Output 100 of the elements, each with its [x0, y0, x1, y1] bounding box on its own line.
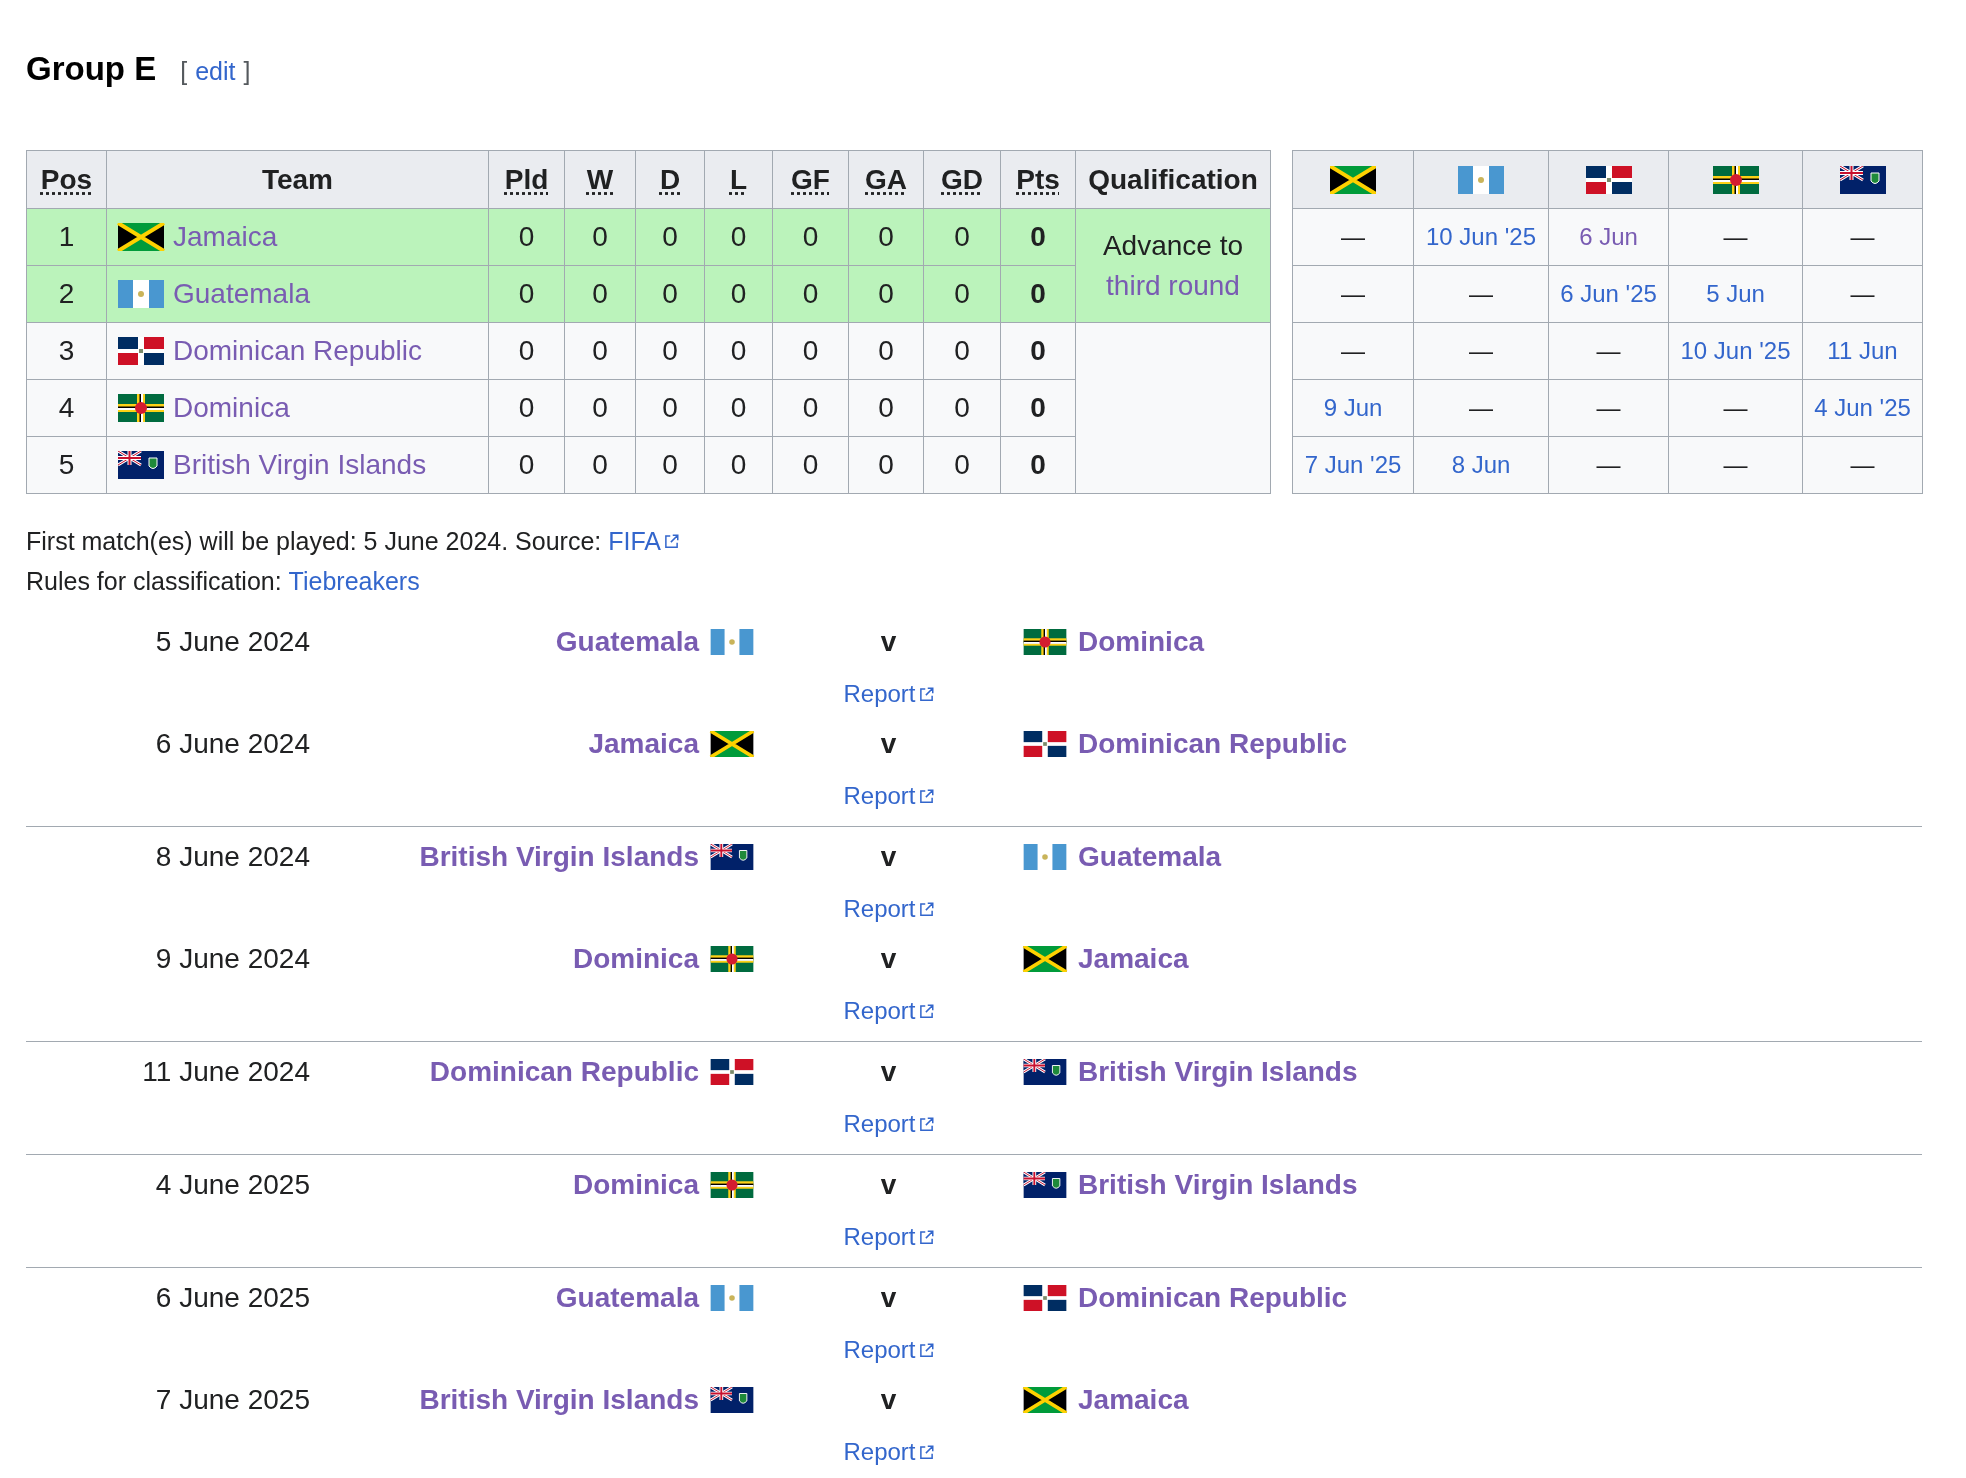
flag-icon [117, 451, 165, 479]
result-link[interactable]: 6 Jun [1579, 223, 1638, 250]
source-link[interactable]: Tiebreakers [288, 561, 420, 601]
team-link[interactable]: British Virgin Islands [419, 1384, 699, 1416]
external-link-icon [918, 1444, 934, 1460]
report-link[interactable]: Report [843, 1106, 934, 1142]
column-header: GA [848, 150, 924, 209]
flag-icon [117, 280, 165, 308]
bracket: ] [243, 57, 251, 86]
table-cell: 0 [1000, 265, 1076, 323]
team-link[interactable]: British Virgin Islands [173, 449, 427, 481]
match-score: v [879, 943, 898, 975]
flag-icon [709, 1172, 755, 1198]
result-link[interactable]: 7 Jun '25 [1304, 451, 1402, 478]
match-date: 6 June 2025 [154, 1282, 310, 1314]
source-link[interactable]: FIFA [608, 521, 679, 561]
flag-icon [709, 844, 755, 870]
table-cell: 0 [1000, 208, 1076, 266]
team-link[interactable]: Guatemala [555, 626, 699, 658]
flag-icon [1022, 629, 1068, 655]
flag-icon [709, 946, 755, 972]
table-cell: 0 [704, 379, 773, 437]
table-cell: 0 [772, 265, 849, 323]
report-link[interactable]: Report [843, 1219, 934, 1255]
report-link[interactable]: Report [843, 993, 934, 1029]
table-cell: 0 [488, 265, 565, 323]
flag-icon [1022, 1059, 1068, 1085]
flag-icon [1712, 165, 1759, 194]
report-link[interactable]: Report [843, 778, 934, 814]
table-cell: 1 [26, 208, 107, 266]
qualification-link[interactable]: third round [1106, 265, 1240, 306]
table-cell: — [1292, 265, 1414, 323]
flag-icon [1585, 165, 1632, 194]
table-cell: — [1668, 208, 1803, 266]
team-link[interactable]: Guatemala [173, 278, 310, 310]
team-link[interactable]: British Virgin Islands [1078, 1056, 1358, 1088]
table-cell: 5 [26, 436, 107, 494]
table-cell: 0 [635, 379, 705, 437]
match-date: 8 June 2024 [154, 841, 310, 873]
report-link[interactable]: Report [843, 676, 934, 712]
result-link[interactable]: 8 Jun [1451, 451, 1511, 478]
result-link[interactable]: 6 Jun '25 [1560, 280, 1657, 307]
team-link[interactable]: Jamaica [1078, 943, 1189, 975]
result-link[interactable]: 5 Jun [1706, 280, 1765, 307]
match-date: 5 June 2024 [154, 626, 310, 658]
table-cell: — [1292, 208, 1414, 266]
result-link[interactable]: 10 Jun '25 [1680, 337, 1791, 364]
team-link[interactable]: Guatemala [555, 1282, 699, 1314]
table-cell: 0 [848, 379, 924, 437]
column-header: Qualification [1075, 150, 1271, 209]
team-link[interactable]: Dominican Republic [173, 335, 422, 367]
result-link[interactable]: 11 Jun [1827, 337, 1898, 364]
bracket: [ [180, 57, 188, 86]
result-link[interactable]: 10 Jun '25 [1426, 223, 1536, 250]
table-cell: 0 [564, 379, 636, 437]
flag-icon [1022, 731, 1068, 757]
table-cell: — [1548, 322, 1669, 380]
team-link[interactable]: British Virgin Islands [1078, 1169, 1358, 1201]
table-cell: 0 [1000, 379, 1076, 437]
match-score: v [879, 1056, 898, 1088]
team-link[interactable]: Dominican Republic [429, 1056, 699, 1088]
table-cell: 0 [704, 436, 773, 494]
report-link[interactable]: Report [843, 1332, 934, 1368]
table-cell: 0 [772, 322, 849, 380]
team-link[interactable]: British Virgin Islands [419, 841, 699, 873]
table-cell: — [1668, 379, 1803, 437]
flag-icon [709, 629, 755, 655]
team-link[interactable]: Jamaica [173, 221, 278, 253]
match-score: v [879, 728, 898, 760]
team-link[interactable]: Dominica [572, 1169, 699, 1201]
table-cell: 0 [923, 322, 1001, 380]
flag-icon [1839, 165, 1886, 194]
external-link-icon [918, 1116, 934, 1132]
table-cell: 0 [848, 322, 924, 380]
table-cell: 0 [704, 265, 773, 323]
team-link[interactable]: Dominica [1078, 626, 1205, 658]
table-cell: 0 [923, 436, 1001, 494]
team-link[interactable]: Jamaica [1078, 1384, 1189, 1416]
table-cell: 0 [1000, 322, 1076, 380]
table-cell: — [1802, 265, 1923, 323]
column-header: GF [772, 150, 849, 209]
flag-icon [709, 1059, 755, 1085]
edit-link[interactable]: edit [195, 57, 236, 86]
result-link[interactable]: 4 Jun '25 [1814, 394, 1911, 421]
team-link[interactable]: Dominica [173, 392, 290, 424]
table-cell: — [1802, 436, 1923, 494]
column-header: D [635, 150, 705, 209]
team-link[interactable]: Jamaica [588, 728, 699, 760]
match-date: 6 June 2024 [154, 728, 310, 760]
team-link[interactable]: Dominican Republic [1078, 1282, 1348, 1314]
team-link[interactable]: Dominica [572, 943, 699, 975]
team-link[interactable]: Guatemala [1078, 841, 1222, 873]
flag-icon [117, 394, 165, 422]
table-cell: — [1413, 379, 1549, 437]
report-link[interactable]: Report [843, 891, 934, 927]
result-link[interactable]: 9 Jun [1323, 394, 1383, 421]
report-link[interactable]: Report [843, 1434, 934, 1470]
team-link[interactable]: Dominican Republic [1078, 728, 1348, 760]
column-header: Pld [488, 150, 565, 209]
note-text: Rules for classification: [26, 566, 283, 597]
